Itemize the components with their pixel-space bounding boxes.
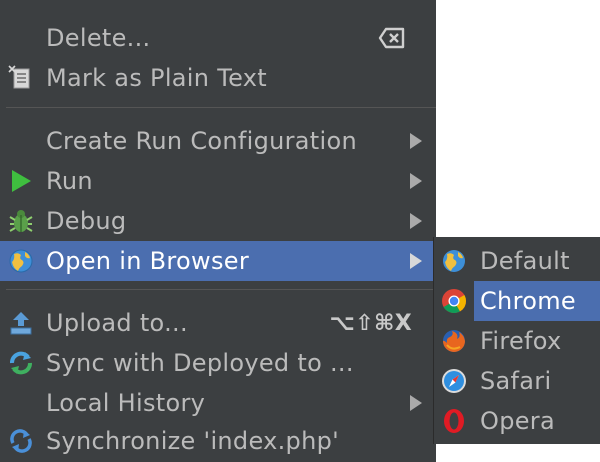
menu-item-label: Create Run Configuration xyxy=(46,127,357,155)
menu-item-shortcut: ⌥⇧⌘X xyxy=(329,310,412,336)
submenu-arrow-icon xyxy=(410,173,422,189)
menu-item-synchronize[interactable]: Synchronize 'index.php' xyxy=(0,421,436,461)
menu-separator xyxy=(6,107,436,108)
menu-item-label: Open in Browser xyxy=(46,247,249,275)
menu-item-open-in-browser[interactable]: Open in Browser xyxy=(0,241,436,281)
submenu-item-firefox[interactable]: Firefox xyxy=(434,321,600,361)
menu-item-upload-to[interactable]: Upload to... ⌥⇧⌘X xyxy=(0,303,436,343)
menu-item-label: Run xyxy=(46,167,93,195)
submenu-arrow-icon xyxy=(410,133,422,149)
run-icon xyxy=(12,170,31,192)
submenu-item-default[interactable]: Default xyxy=(434,241,600,281)
menu-item-label: Synchronize 'index.php' xyxy=(46,427,340,455)
submenu-arrow-icon xyxy=(410,395,422,411)
submenu-item-label: Opera xyxy=(480,407,555,435)
menu-item-local-history[interactable]: Local History xyxy=(0,383,436,423)
submenu-item-safari[interactable]: Safari xyxy=(434,361,600,401)
opera-icon xyxy=(444,409,464,433)
submenu-arrow-icon xyxy=(410,213,422,229)
safari-icon xyxy=(442,369,466,393)
submenu-item-chrome[interactable]: Chrome xyxy=(442,281,600,321)
sync-icon xyxy=(10,351,32,375)
menu-item-label: Upload to... xyxy=(46,309,188,337)
menu-item-delete[interactable]: Delete... xyxy=(0,18,436,58)
menu-item-sync-with-deployed[interactable]: Sync with Deployed to ... xyxy=(0,343,436,383)
firefox-icon xyxy=(443,330,465,352)
globe-icon xyxy=(9,249,33,273)
submenu-item-label: Default xyxy=(480,247,570,275)
submenu-item-opera[interactable]: Opera xyxy=(434,401,600,441)
menu-item-mark-plain-text[interactable]: Mark as Plain Text xyxy=(0,58,436,98)
submenu-item-label: Safari xyxy=(480,367,552,395)
delete-key-icon xyxy=(378,27,405,49)
context-menu: Delete... Mark as Plain Text Create Run … xyxy=(0,0,436,462)
menu-item-label: Debug xyxy=(46,207,127,235)
menu-item-label: Delete... xyxy=(46,24,151,52)
menu-item-run[interactable]: Run xyxy=(0,161,436,201)
globe-icon xyxy=(443,250,465,272)
debug-icon xyxy=(9,210,33,232)
chrome-icon xyxy=(442,289,466,314)
menu-item-debug[interactable]: Debug xyxy=(0,201,436,241)
menu-separator xyxy=(6,289,436,290)
submenu-item-label: Chrome xyxy=(480,287,576,315)
upload-icon xyxy=(10,312,32,335)
menu-item-create-run-configuration[interactable]: Create Run Configuration xyxy=(0,121,436,161)
submenu-arrow-icon xyxy=(410,253,422,269)
menu-item-label: Sync with Deployed to ... xyxy=(46,349,354,377)
menu-item-label: Mark as Plain Text xyxy=(46,64,267,92)
menu-item-label: Local History xyxy=(46,389,206,417)
browser-submenu: Default Chrome Firefox Safari Opera xyxy=(433,237,600,444)
submenu-item-label: Firefox xyxy=(480,327,562,355)
synchronize-icon xyxy=(10,429,32,453)
plain-text-icon xyxy=(8,65,30,89)
